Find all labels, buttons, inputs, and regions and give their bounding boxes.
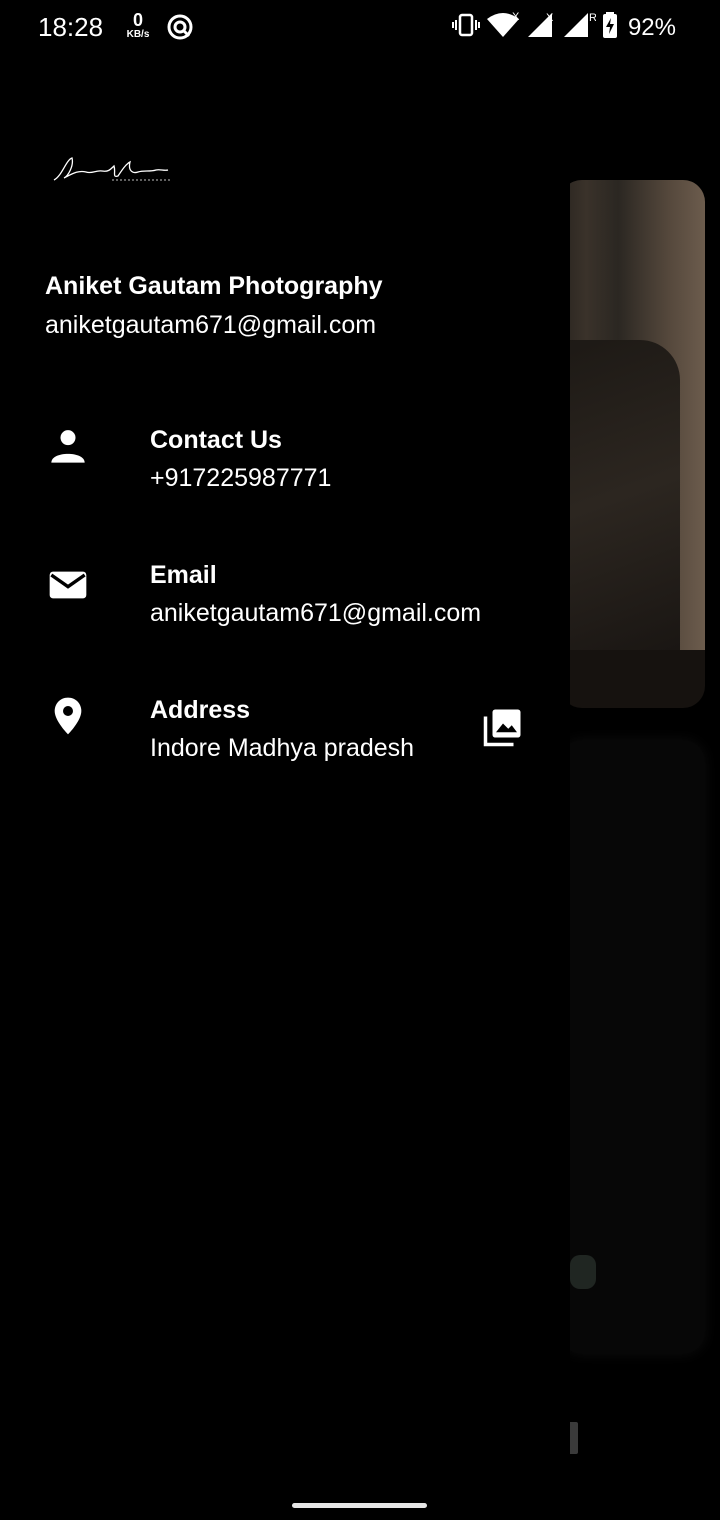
background-photo-card[interactable] [560, 180, 705, 708]
contact-phone[interactable]: +917225987771 [150, 464, 331, 493]
location-pin-icon [48, 696, 88, 736]
email-title: Email [150, 561, 217, 589]
battery-percent: 92% [627, 13, 676, 41]
background-photo-subject [560, 340, 680, 650]
status-icons: X X R 92% [451, 11, 676, 44]
wifi-icon: X [486, 11, 520, 44]
drawer-header-title: Aniket Gautam Photography [45, 272, 383, 300]
vibrate-icon [451, 11, 480, 44]
drawer-item-contact[interactable]: Contact Us +917225987771 [0, 426, 570, 526]
drawer-item-address[interactable]: Address Indore Madhya pradesh [0, 696, 570, 796]
person-icon [48, 426, 88, 466]
email-icon [48, 565, 88, 605]
email-address[interactable]: aniketgautam671@gmail.com [150, 599, 481, 628]
status-bar: 18:28 0 KB/s X X R 92% [0, 0, 720, 54]
drawer-header-email: aniketgautam671@gmail.com [45, 311, 377, 339]
status-time: 18:28 [38, 12, 104, 42]
svg-text:R: R [589, 12, 596, 24]
background-photo-detail [570, 1255, 596, 1289]
network-speed: 0 KB/s [122, 11, 154, 40]
signal-roaming-icon: R [562, 11, 597, 44]
svg-text:X: X [512, 11, 520, 23]
photo-library-icon[interactable] [482, 706, 524, 748]
battery-charging-icon [602, 11, 618, 44]
network-speed-unit: KB/s [126, 29, 150, 40]
navigation-drawer: Aniket Gautam Photography aniketgautam67… [0, 54, 570, 1520]
signal-icon: X [526, 11, 556, 44]
address-value[interactable]: Indore Madhya pradesh [150, 734, 414, 763]
drawer-item-email[interactable]: Email aniketgautam671@gmail.com [0, 561, 570, 661]
home-indicator[interactable] [292, 1503, 427, 1508]
address-title: Address [150, 696, 251, 724]
vpn-icon [166, 13, 194, 46]
contact-title: Contact Us [150, 426, 282, 454]
network-speed-value: 0 [132, 10, 143, 30]
svg-text:X: X [546, 12, 554, 24]
signature-logo [52, 152, 170, 188]
